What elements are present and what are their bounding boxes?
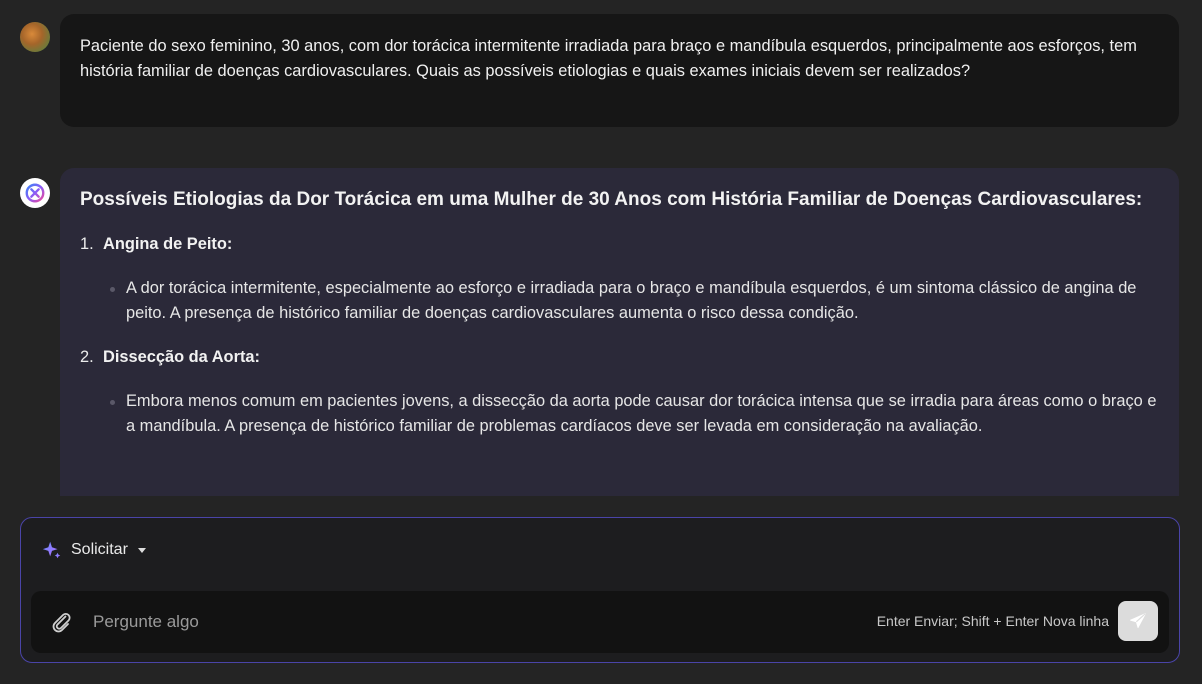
mode-selector[interactable]: Solicitar	[41, 538, 146, 562]
section-heading: 1. Angina de Peito:	[80, 232, 1159, 256]
mode-label: Solicitar	[71, 541, 128, 558]
chat-area: Paciente do sexo feminino, 30 anos, com …	[0, 0, 1202, 496]
assistant-message-bubble: Possíveis Etiologias da Dor Torácica em …	[60, 168, 1179, 496]
etiology-section: 2. Dissecção da Aorta: Embora menos comu…	[80, 345, 1159, 438]
section-bullet: Embora menos comum em pacientes jovens, …	[80, 389, 1159, 438]
keyboard-hint: Enter Enviar; Shift + Enter Nova linha	[876, 613, 1109, 629]
response-title: Possíveis Etiologias da Dor Torácica em …	[80, 189, 1143, 210]
assistant-logo-icon	[25, 183, 45, 203]
paperclip-icon[interactable]	[49, 610, 73, 634]
send-button[interactable]	[1118, 601, 1158, 641]
section-number: 1.	[80, 235, 94, 253]
sparkle-icon	[42, 541, 61, 559]
send-icon	[1130, 613, 1146, 629]
caret-down-icon	[137, 547, 146, 553]
section-heading: 2. Dissecção da Aorta:	[80, 345, 1159, 369]
section-label: Angina de Peito:	[103, 235, 233, 253]
user-avatar	[20, 22, 50, 52]
message-input[interactable]	[93, 605, 793, 639]
user-message-text: Paciente do sexo feminino, 30 anos, com …	[80, 37, 1137, 80]
section-bullet: A dor torácica intermitente, especialmen…	[80, 276, 1159, 325]
assistant-avatar	[20, 178, 50, 208]
user-message-bubble: Paciente do sexo feminino, 30 anos, com …	[60, 14, 1179, 127]
section-label: Dissecção da Aorta:	[103, 348, 260, 366]
message-composer: Solicitar Enter Enviar; Shift + Enter No…	[20, 517, 1180, 663]
input-container: Enter Enviar; Shift + Enter Nova linha	[31, 591, 1169, 653]
section-number: 2.	[80, 348, 94, 366]
etiology-section: 1. Angina de Peito: A dor torácica inter…	[80, 232, 1159, 325]
